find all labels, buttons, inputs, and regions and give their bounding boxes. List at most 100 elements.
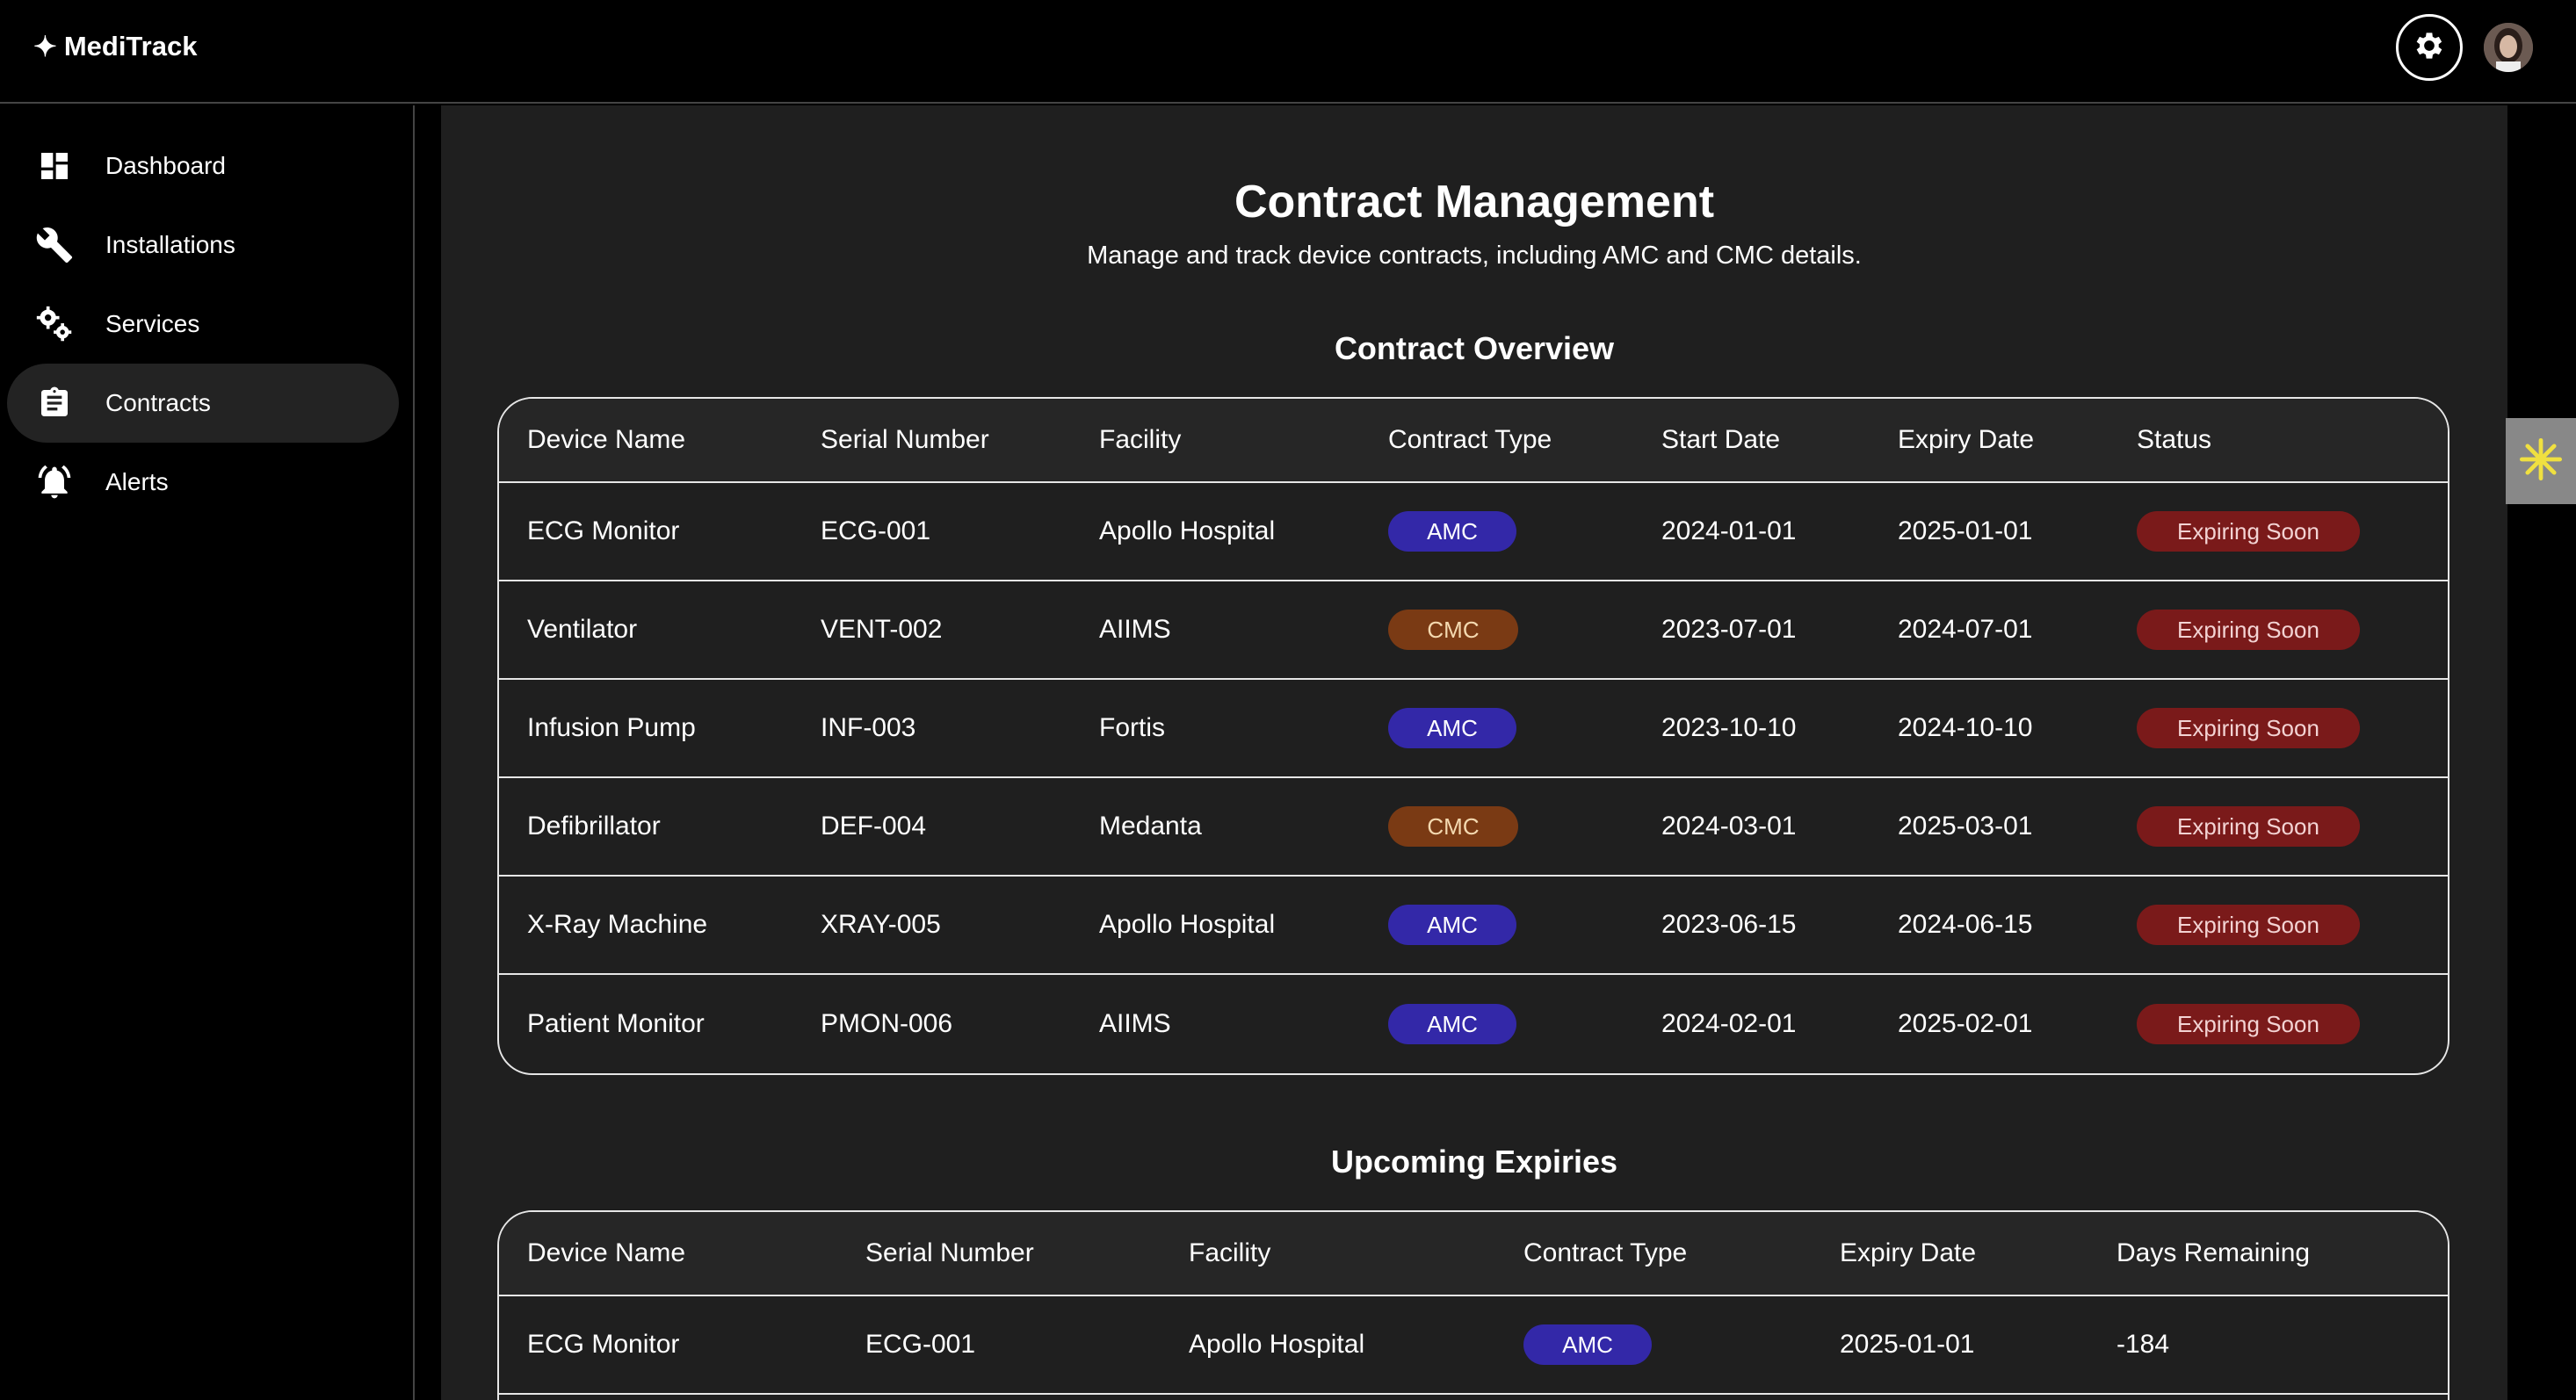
facility: AIIMS xyxy=(1099,1009,1171,1038)
expiry-date: 2025-01-01 xyxy=(1898,516,2033,545)
sidebar-item-installations[interactable]: Installations xyxy=(7,206,399,285)
sidebar-item-dashboard[interactable]: Dashboard xyxy=(7,126,399,206)
start-date: 2024-03-01 xyxy=(1661,812,1797,841)
table-row[interactable]: Defibrillator DEF-004 Medanta CMC 2024-0… xyxy=(499,778,2448,877)
start-date: 2024-01-01 xyxy=(1661,516,1797,545)
contract-type-badge: AMC xyxy=(1523,1324,1652,1365)
facility: Apollo Hospital xyxy=(1099,910,1276,939)
contract-type-badge: AMC xyxy=(1388,1004,1516,1044)
sidebar: Dashboard Installations Services Contrac… xyxy=(0,105,415,1400)
serial-number: ECG-001 xyxy=(821,516,931,545)
column-header[interactable]: Status xyxy=(2137,399,2211,481)
dashboard-icon xyxy=(35,147,74,185)
serial-number: VENT-002 xyxy=(821,615,943,644)
table-row[interactable]: Ventilator VENT-002 AIIMS CMC 2023-07-01… xyxy=(499,581,2448,680)
clipboard-icon xyxy=(35,384,74,422)
device-name: Ventilator xyxy=(527,615,638,644)
sidebar-item-label: Services xyxy=(105,310,200,337)
gear-icon xyxy=(2412,28,2447,68)
sidebar-item-contracts[interactable]: Contracts xyxy=(7,364,399,443)
start-date: 2023-06-15 xyxy=(1661,910,1797,939)
facility: Medanta xyxy=(1099,812,1202,841)
column-header[interactable]: Serial Number xyxy=(821,399,989,481)
column-header[interactable]: Serial Number xyxy=(865,1212,1034,1295)
brand-logo[interactable]: ✦ MediTrack xyxy=(33,30,197,63)
start-date: 2023-07-01 xyxy=(1661,615,1797,644)
sidebar-item-label: Alerts xyxy=(105,468,169,495)
table-row[interactable]: Infusion Pump INF-003 Fortis AMC 2023-10… xyxy=(499,680,2448,778)
facility: Apollo Hospital xyxy=(1189,1330,1365,1359)
device-name: Defibrillator xyxy=(527,812,661,841)
sidebar-item-alerts[interactable]: Alerts xyxy=(7,443,399,522)
sparkle-icon: ✦ xyxy=(33,31,57,62)
contract-type-badge: AMC xyxy=(1388,511,1516,552)
expiry-date: 2024-07-01 xyxy=(1898,615,2033,644)
sidebar-item-label: Dashboard xyxy=(105,152,226,179)
table-header: Device Name Serial Number Facility Contr… xyxy=(499,399,2448,483)
section-title-overview: Contract Overview xyxy=(1334,330,1615,366)
serial-number: XRAY-005 xyxy=(821,910,941,939)
upcoming-expiries-table: Device Name Serial Number Facility Contr… xyxy=(497,1210,2449,1400)
contract-type-badge: AMC xyxy=(1388,905,1516,945)
column-header[interactable]: Expiry Date xyxy=(1840,1212,1976,1295)
facility: AIIMS xyxy=(1099,615,1171,644)
section-title-upcoming: Upcoming Expiries xyxy=(1330,1144,1618,1180)
table-header: Device Name Serial Number Facility Contr… xyxy=(499,1212,2448,1296)
start-date: 2024-02-01 xyxy=(1661,1009,1797,1038)
sidebar-item-label: Contracts xyxy=(105,389,211,416)
status-badge: Expiring Soon xyxy=(2137,610,2360,650)
device-name: Patient Monitor xyxy=(527,1009,705,1038)
column-header[interactable]: Facility xyxy=(1189,1212,1270,1295)
expiry-date: 2025-02-01 xyxy=(1898,1009,2033,1038)
page-title: Contract Management xyxy=(1234,177,1715,227)
device-name: X-Ray Machine xyxy=(527,910,708,939)
status-badge: Expiring Soon xyxy=(2137,905,2360,945)
main-content: Contract Management Manage and track dev… xyxy=(441,105,2507,1400)
status-badge: Expiring Soon xyxy=(2137,708,2360,748)
sidebar-item-services[interactable]: Services xyxy=(7,285,399,364)
column-header[interactable]: Contract Type xyxy=(1388,399,1552,481)
serial-number: INF-003 xyxy=(821,713,916,742)
expiry-date: 2024-10-10 xyxy=(1898,713,2033,742)
wrench-icon xyxy=(35,226,74,264)
device-name: Infusion Pump xyxy=(527,713,696,742)
column-header[interactable]: Days Remaining xyxy=(2117,1212,2310,1295)
side-widget-button[interactable] xyxy=(2506,418,2576,504)
column-header[interactable]: Expiry Date xyxy=(1898,399,2034,481)
top-bar: ✦ MediTrack xyxy=(0,0,2576,104)
column-header[interactable]: Device Name xyxy=(527,399,685,481)
contract-type-badge: CMC xyxy=(1388,806,1518,847)
table-row[interactable]: X-Ray Machine XRAY-005 Apollo Hospital A… xyxy=(499,877,2448,975)
sidebar-item-label: Installations xyxy=(105,231,235,258)
column-header[interactable]: Device Name xyxy=(527,1212,685,1295)
status-badge: Expiring Soon xyxy=(2137,511,2360,552)
contract-type-badge: AMC xyxy=(1388,708,1516,748)
contract-overview-table: Device Name Serial Number Facility Contr… xyxy=(497,397,2449,1075)
brand-name: MediTrack xyxy=(63,31,198,61)
avatar[interactable] xyxy=(2484,23,2533,72)
days-remaining: -184 xyxy=(2117,1330,2170,1359)
contract-type-badge: CMC xyxy=(1388,610,1518,650)
facility: Apollo Hospital xyxy=(1099,516,1276,545)
column-header[interactable]: Contract Type xyxy=(1523,1212,1687,1295)
expiry-date: 2025-01-01 xyxy=(1840,1330,1975,1359)
gears-icon xyxy=(35,305,74,343)
serial-number: ECG-001 xyxy=(865,1330,976,1359)
sparkle-icon xyxy=(2518,437,2564,487)
expiry-date: 2025-03-01 xyxy=(1898,812,2033,841)
start-date: 2023-10-10 xyxy=(1661,713,1797,742)
table-row[interactable]: Patient Monitor PMON-006 AIIMS AMC 2024-… xyxy=(499,975,2448,1073)
serial-number: PMON-006 xyxy=(821,1009,953,1038)
expiry-date: 2024-06-15 xyxy=(1898,910,2033,939)
table-row[interactable]: ECG Monitor ECG-001 Apollo Hospital AMC … xyxy=(499,1296,2448,1395)
status-badge: Expiring Soon xyxy=(2137,1004,2360,1044)
facility: Fortis xyxy=(1099,713,1165,742)
column-header[interactable]: Facility xyxy=(1099,399,1181,481)
column-header[interactable]: Start Date xyxy=(1661,399,1780,481)
table-row[interactable]: ECG Monitor ECG-001 Apollo Hospital AMC … xyxy=(499,483,2448,581)
settings-button[interactable] xyxy=(2396,14,2463,81)
device-name: ECG Monitor xyxy=(527,516,680,545)
device-name: ECG Monitor xyxy=(527,1330,680,1359)
page-subtitle: Manage and track device contracts, inclu… xyxy=(1087,242,1862,270)
bell-icon xyxy=(35,463,74,502)
